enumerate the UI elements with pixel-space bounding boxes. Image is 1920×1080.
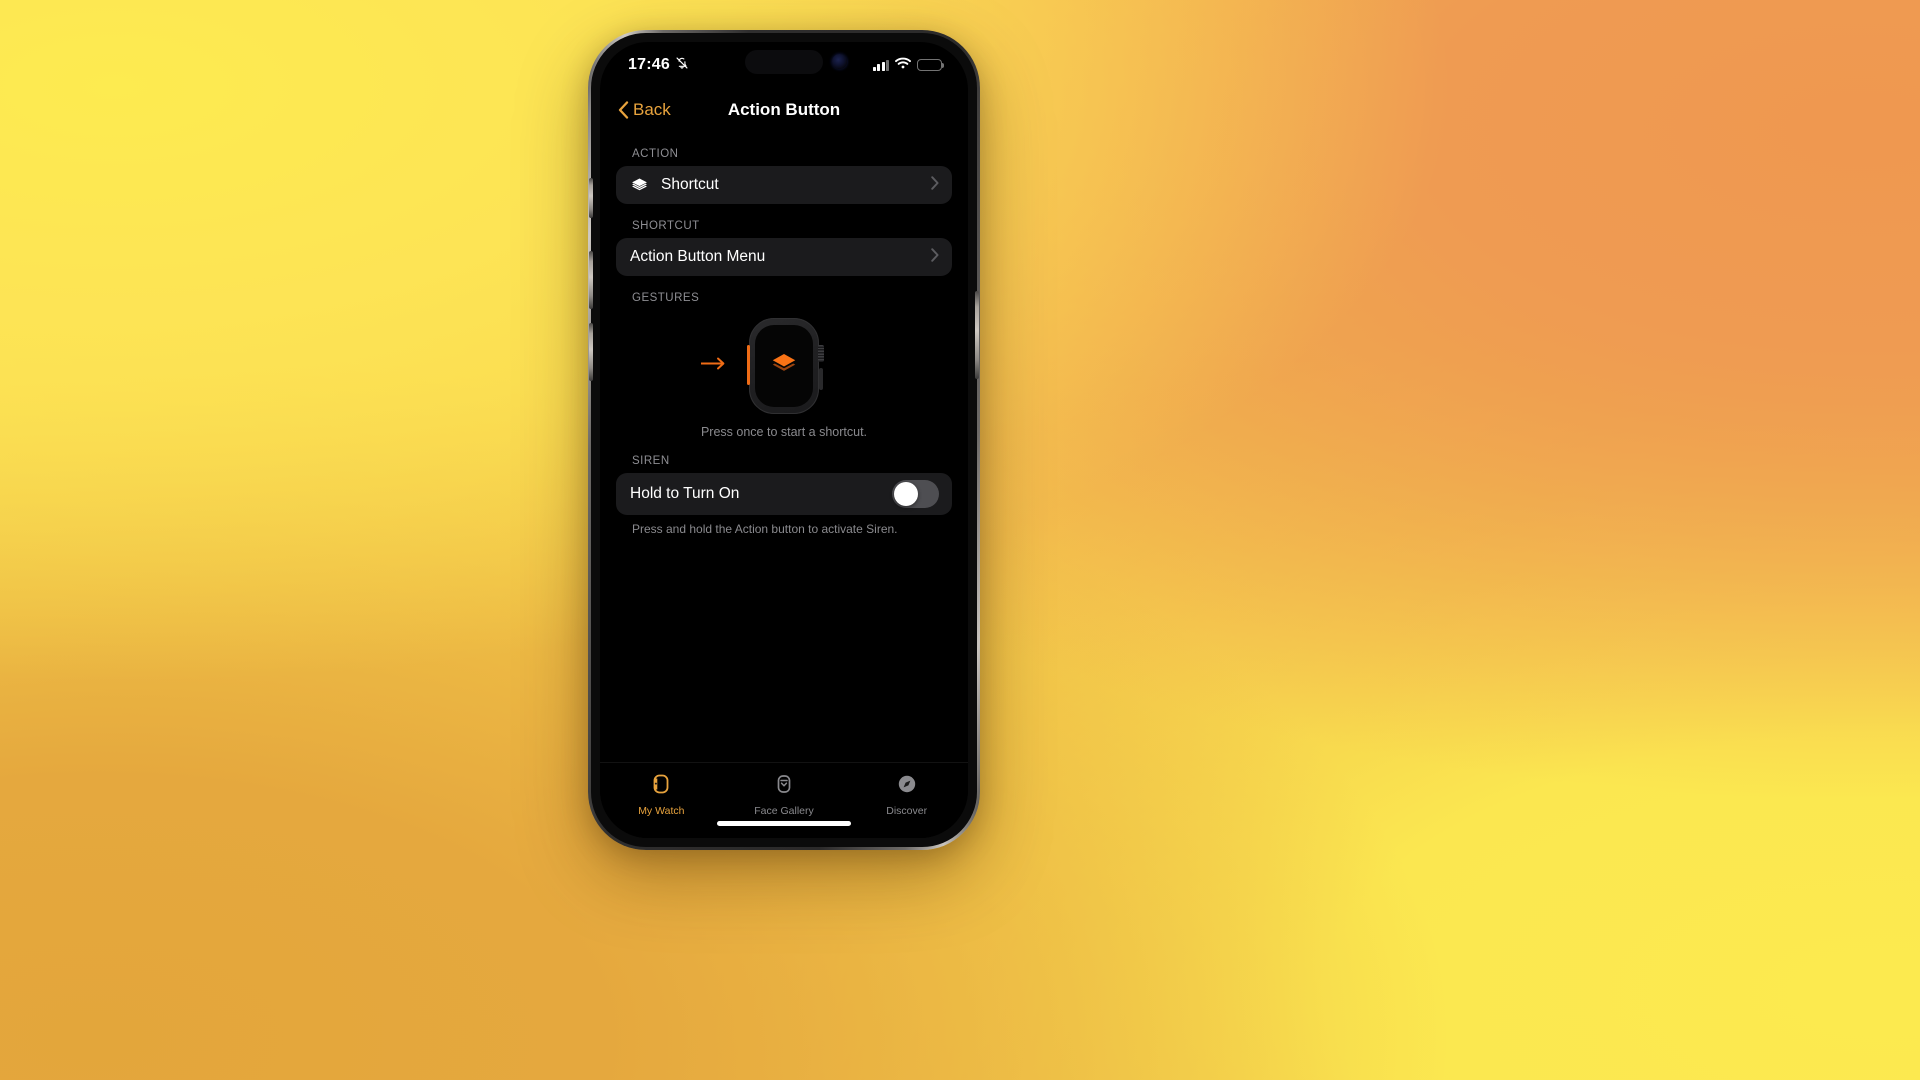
back-button[interactable]: Back [618, 100, 671, 120]
back-button-label: Back [633, 100, 671, 119]
row-hold-to-turn-on[interactable]: Hold to Turn On [616, 473, 952, 515]
status-bar-time: 17:46 [628, 56, 670, 73]
watch-icon [648, 771, 674, 802]
status-bar: 17:46 [600, 42, 968, 88]
apple-watch-illustration [669, 314, 899, 418]
watch-digital-crown [818, 345, 824, 362]
tab-my-watch-label: My Watch [638, 805, 685, 817]
wifi-icon [895, 56, 911, 74]
status-bar-right [872, 56, 945, 74]
siren-card: Hold to Turn On [616, 473, 952, 515]
row-shortcut[interactable]: Shortcut [616, 166, 952, 204]
tab-bar: My Watch Face Gallery Discover [600, 762, 968, 838]
layers-icon [630, 176, 649, 195]
row-action-button-menu-label: Action Button Menu [630, 248, 766, 265]
row-shortcut-label: Shortcut [661, 176, 719, 193]
watch-side-button [818, 368, 823, 390]
tab-my-watch[interactable]: My Watch [600, 771, 723, 817]
shortcut-card: Action Button Menu [616, 238, 952, 276]
watch-body [746, 318, 824, 414]
device-action-button[interactable] [589, 178, 593, 218]
front-camera-icon [832, 54, 847, 69]
settings-content: ACTION Shortcut SHORTCUT Action Button M… [600, 132, 968, 538]
chevron-right-icon [931, 175, 939, 195]
device-volume-up-button[interactable] [589, 251, 593, 309]
device-frame: 17:46 Back Action Button ACTION Shortcut… [588, 30, 980, 850]
dynamic-island [745, 50, 823, 74]
chevron-left-icon [618, 101, 629, 119]
section-header-gestures: GESTURES [632, 292, 700, 304]
shortcut-layers-icon-orange [769, 349, 799, 384]
chevron-right-icon [931, 247, 939, 267]
cellular-bars-icon [872, 59, 889, 71]
battery-icon [917, 58, 945, 72]
home-indicator[interactable] [717, 821, 851, 826]
device-bezel: 17:46 Back Action Button ACTION Shortcut… [589, 33, 979, 847]
gestures-caption: Press once to start a shortcut. [700, 425, 868, 439]
section-header-shortcut: SHORTCUT [632, 220, 700, 232]
tab-discover-label: Discover [886, 805, 928, 817]
gestures-illustration-block: Press once to start a shortcut. [616, 310, 952, 439]
iphone-device-mockup: 17:46 Back Action Button ACTION Shortcut… [588, 30, 980, 850]
section-header-action: ACTION [632, 148, 679, 160]
device-volume-down-button[interactable] [589, 323, 593, 381]
press-arrow-icon [700, 357, 727, 376]
tab-face-gallery-label: Face Gallery [754, 805, 814, 817]
row-hold-to-turn-on-label: Hold to Turn On [630, 485, 740, 502]
watch-action-button [746, 345, 750, 385]
compass-icon [894, 771, 920, 802]
watch-face-icon [771, 771, 797, 802]
tab-face-gallery[interactable]: Face Gallery [723, 771, 846, 817]
row-action-button-menu[interactable]: Action Button Menu [616, 238, 952, 276]
section-header-siren: SIREN [632, 455, 670, 467]
status-bar-left: 17:46 [628, 56, 689, 75]
bell-slash-icon [675, 56, 689, 75]
phone-screen: 17:46 Back Action Button ACTION Shortcut… [600, 42, 968, 838]
toggle-knob [893, 481, 919, 507]
siren-footnote: Press and hold the Action button to acti… [632, 522, 898, 536]
tab-discover[interactable]: Discover [845, 771, 968, 817]
device-power-button[interactable] [975, 291, 979, 379]
siren-toggle-switch[interactable] [892, 480, 939, 508]
action-card: Shortcut [616, 166, 952, 204]
navigation-bar: Back Action Button [600, 88, 968, 132]
watch-screen [755, 325, 813, 407]
